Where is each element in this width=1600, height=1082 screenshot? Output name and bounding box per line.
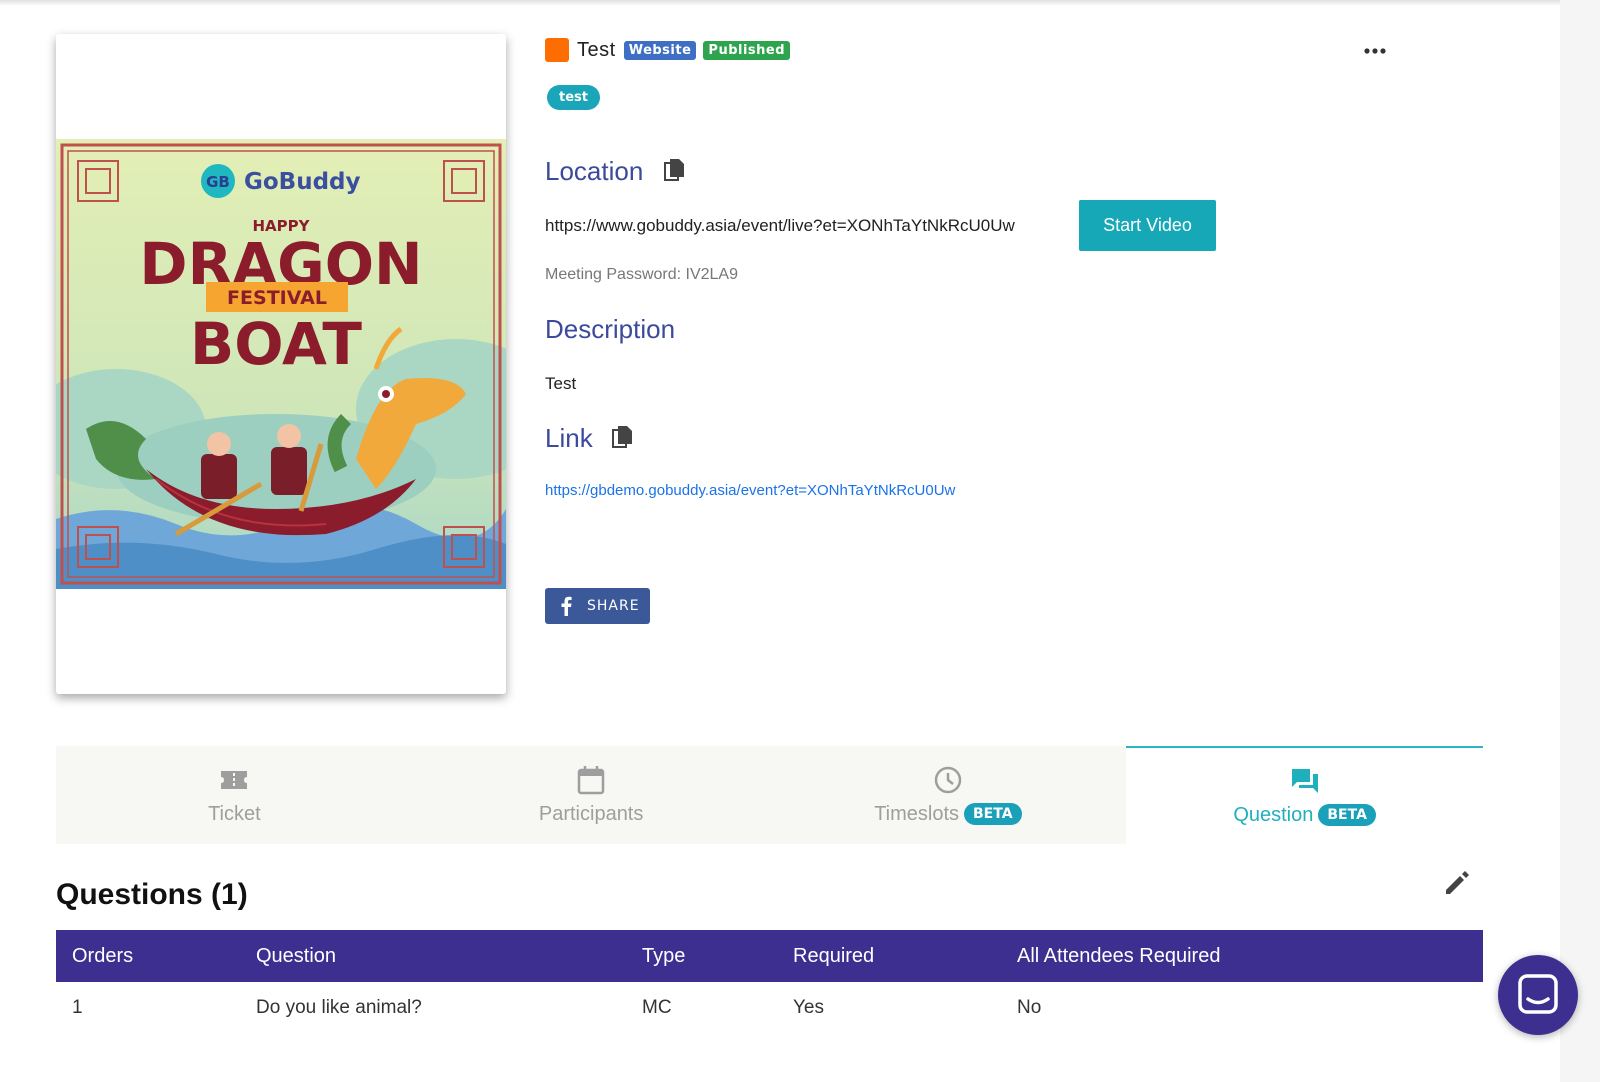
column-header-orders[interactable]: Orders — [56, 930, 240, 982]
edit-questions-button[interactable] — [1440, 866, 1474, 900]
published-badge: Published — [703, 40, 791, 60]
tab-question[interactable]: Question BETA — [1126, 746, 1483, 844]
table-header-row: Orders Question Type Required All Attend… — [56, 930, 1483, 982]
column-header-type[interactable]: Type — [626, 930, 777, 982]
event-tabs: Ticket Participants Timeslots BETA Quest… — [56, 746, 1483, 844]
clock-icon — [934, 766, 962, 793]
questions-heading: Questions (1) — [56, 878, 248, 911]
event-title-row: Test Website Published — [545, 36, 797, 64]
meeting-password: Meeting Password: IV2LA9 — [545, 266, 738, 283]
copy-icon — [612, 426, 632, 448]
more-horizontal-icon — [1364, 48, 1386, 54]
tab-participants[interactable]: Participants — [412, 746, 770, 844]
cell-question: Do you like animal? — [256, 997, 422, 1018]
column-header-all-attendees-required[interactable]: All Attendees Required — [1001, 930, 1483, 982]
facebook-share-button[interactable]: SHARE — [545, 588, 650, 624]
location-heading: Location — [545, 156, 644, 186]
description-heading: Description — [545, 314, 676, 344]
calendar-icon — [577, 765, 605, 794]
tab-ticket-label: Ticket — [208, 802, 261, 825]
cell-required: Yes — [793, 997, 824, 1018]
forum-icon — [1291, 768, 1318, 793]
event-tag-chip[interactable]: test — [547, 85, 600, 110]
facebook-icon — [561, 596, 572, 616]
tab-question-label: Question — [1233, 803, 1314, 826]
poster-logo-letters: GB — [206, 173, 230, 191]
tab-participants-label: Participants — [538, 802, 644, 825]
table-row[interactable]: 1 Do you like animal? MC Yes No — [56, 982, 1483, 1034]
website-badge: Website — [623, 40, 697, 60]
event-title: Test — [577, 38, 616, 61]
tab-timeslots[interactable]: Timeslots BETA — [769, 746, 1127, 844]
start-video-button[interactable]: Start Video — [1079, 200, 1216, 251]
event-link[interactable]: https://gbdemo.gobuddy.asia/event?et=XON… — [545, 482, 955, 499]
event-poster-card: GB GoBuddy HAPPY DRAGON FESTIVAL BOAT — [56, 34, 506, 694]
copy-location-button[interactable] — [664, 158, 686, 187]
event-color-square — [545, 38, 569, 62]
right-scroll-gutter — [1560, 0, 1600, 1082]
questions-table: Orders Question Type Required All Attend… — [56, 930, 1483, 1034]
column-header-question[interactable]: Question — [240, 930, 626, 982]
event-poster-image: GB GoBuddy HAPPY DRAGON FESTIVAL BOAT — [56, 139, 506, 589]
more-options-button[interactable] — [1360, 38, 1390, 64]
chat-icon — [1518, 974, 1558, 1014]
chat-launcher-button[interactable] — [1498, 955, 1578, 1035]
link-heading: Link — [545, 423, 593, 453]
poster-line-festival: FESTIVAL — [227, 287, 327, 309]
copy-icon — [664, 159, 684, 181]
tab-timeslots-label: Timeslots — [874, 802, 960, 825]
location-url: https://www.gobuddy.asia/event/live?et=X… — [545, 216, 1015, 235]
tab-ticket[interactable]: Ticket — [56, 746, 413, 844]
copy-link-button[interactable] — [612, 425, 634, 454]
top-bar-shadow — [0, 0, 1560, 6]
poster-line-boat: BOAT — [190, 310, 362, 378]
beta-badge: BETA — [1318, 804, 1376, 826]
cell-type: MC — [642, 997, 672, 1018]
poster-brand: GoBuddy — [244, 169, 361, 195]
beta-badge: BETA — [964, 803, 1022, 825]
cell-order: 1 — [72, 997, 83, 1018]
column-header-required[interactable]: Required — [777, 930, 1001, 982]
cell-all-attendees-required: No — [1017, 997, 1042, 1018]
description-text: Test — [545, 374, 577, 393]
ticket-icon — [221, 770, 248, 789]
pencil-icon — [1446, 871, 1469, 894]
share-label: SHARE — [587, 598, 640, 614]
